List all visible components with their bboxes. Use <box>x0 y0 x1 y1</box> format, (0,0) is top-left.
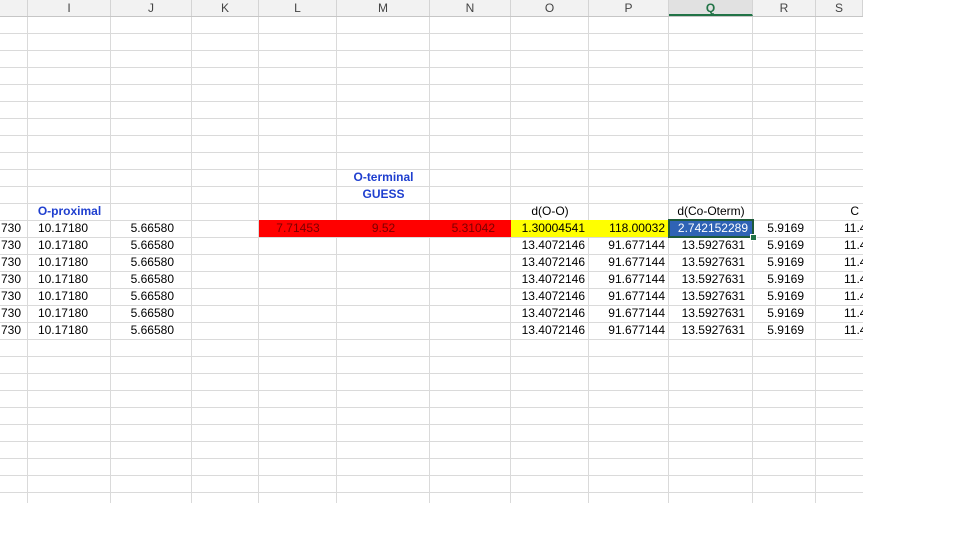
cell-s-partial[interactable]: 11.4 <box>844 237 863 254</box>
cell-s-partial[interactable]: 11.4 <box>844 254 863 271</box>
cell-p[interactable]: 91.677144 <box>589 254 669 271</box>
cell-i[interactable]: 10.17180 <box>28 254 110 271</box>
d-oo-header[interactable]: d(O-O) <box>511 203 589 220</box>
guess-cell-l[interactable]: 7.71453 <box>259 220 337 237</box>
cell-r[interactable]: 5.9169 <box>753 271 816 288</box>
cell-q[interactable]: 13.5927631 <box>669 305 753 322</box>
cell-j[interactable]: 5.66580 <box>111 322 191 339</box>
guess-cell-n[interactable]: 5.31042 <box>430 220 511 237</box>
cell-p[interactable]: 91.677144 <box>589 237 669 254</box>
o-proximal-header[interactable]: O-proximal <box>28 203 111 220</box>
column-header-m[interactable]: M <box>337 0 430 16</box>
column-header-p[interactable]: P <box>589 0 669 16</box>
cell-area[interactable]: O-terminal GUESS O-proximal d(O-O) d(Co-… <box>0 17 863 503</box>
cell-p[interactable]: 91.677144 <box>589 305 669 322</box>
cell-i[interactable]: 10.17180 <box>28 237 110 254</box>
cell-i[interactable]: 10.17180 <box>28 322 110 339</box>
cell-j[interactable]: 5.66580 <box>111 254 191 271</box>
cell-r[interactable]: 5.9169 <box>753 305 816 322</box>
cell-o[interactable]: 13.4072146 <box>511 271 589 288</box>
cell-o[interactable]: 13.4072146 <box>511 288 589 305</box>
column-header-h[interactable] <box>0 0 28 16</box>
column-header-k[interactable]: K <box>192 0 259 16</box>
cell-j[interactable]: 5.66580 <box>111 271 191 288</box>
cell-p[interactable]: 91.677144 <box>589 322 669 339</box>
guess-cell-m[interactable]: 9.52 <box>337 220 430 237</box>
cell-p[interactable]: 91.677144 <box>589 271 669 288</box>
selected-cell-q[interactable]: 2.742152289 <box>668 219 754 238</box>
column-header-s[interactable]: S <box>816 0 863 16</box>
cell-i[interactable]: 10.17180 <box>28 305 110 322</box>
cell-r[interactable]: 5.9169 <box>753 254 816 271</box>
cell-s-partial[interactable]: 11.4 <box>844 288 863 305</box>
angle-guess-cell[interactable]: 118.00032 <box>589 220 669 237</box>
cell-q[interactable]: 13.5927631 <box>669 288 753 305</box>
i-cell[interactable]: 10.17180 <box>28 220 110 237</box>
cell-h-partial[interactable]: 730 <box>0 271 27 288</box>
cell-s-partial[interactable]: 11.4 <box>844 322 863 339</box>
cell-o[interactable]: 13.4072146 <box>511 305 589 322</box>
cell-q[interactable]: 13.5927631 <box>669 237 753 254</box>
cell-s-partial[interactable]: 11.4 <box>844 271 863 288</box>
o-terminal-header[interactable]: O-terminal <box>337 169 430 186</box>
h-cell-partial[interactable]: 730 <box>0 220 27 237</box>
spreadsheet-grid[interactable]: I J K L M N O P Q R S O-terminal GUESS O… <box>0 0 863 503</box>
cell-h-partial[interactable]: 730 <box>0 305 27 322</box>
cell-h-partial[interactable]: 730 <box>0 237 27 254</box>
cell-i[interactable]: 10.17180 <box>28 271 110 288</box>
cell-h-partial[interactable]: 730 <box>0 288 27 305</box>
column-header-j[interactable]: J <box>111 0 192 16</box>
column-header-n[interactable]: N <box>430 0 511 16</box>
cell-p[interactable]: 91.677144 <box>589 288 669 305</box>
s-cell-partial[interactable]: 11.4 <box>844 220 863 237</box>
r-cell[interactable]: 5.9169 <box>753 220 816 237</box>
d-oo-guess-cell[interactable]: 1.30004541 <box>511 220 589 237</box>
cell-r[interactable]: 5.9169 <box>753 322 816 339</box>
cell-j[interactable]: 5.66580 <box>111 305 191 322</box>
column-header-i[interactable]: I <box>28 0 111 16</box>
cell-j[interactable]: 5.66580 <box>111 288 191 305</box>
cell-i[interactable]: 10.17180 <box>28 288 110 305</box>
s-header-partial[interactable]: C <box>816 203 863 220</box>
cell-o[interactable]: 13.4072146 <box>511 322 589 339</box>
column-header-l[interactable]: L <box>259 0 337 16</box>
cell-o[interactable]: 13.4072146 <box>511 237 589 254</box>
cell-r[interactable]: 5.9169 <box>753 237 816 254</box>
cell-q[interactable]: 13.5927631 <box>669 254 753 271</box>
cell-j[interactable]: 5.66580 <box>111 237 191 254</box>
cell-q[interactable]: 13.5927631 <box>669 322 753 339</box>
cell-h-partial[interactable]: 730 <box>0 254 27 271</box>
cell-q[interactable]: 13.5927631 <box>669 271 753 288</box>
cell-r[interactable]: 5.9169 <box>753 288 816 305</box>
cell-o[interactable]: 13.4072146 <box>511 254 589 271</box>
cell-s-partial[interactable]: 11.4 <box>844 305 863 322</box>
guess-header[interactable]: GUESS <box>337 186 430 203</box>
column-header-q-selected[interactable]: Q <box>669 0 753 16</box>
column-header-r[interactable]: R <box>753 0 816 16</box>
d-co-oterm-header[interactable]: d(Co-Oterm) <box>669 203 753 220</box>
j-cell[interactable]: 5.66580 <box>111 220 191 237</box>
column-header-row: I J K L M N O P Q R S <box>0 0 863 17</box>
column-header-o[interactable]: O <box>511 0 589 16</box>
cell-h-partial[interactable]: 730 <box>0 322 27 339</box>
